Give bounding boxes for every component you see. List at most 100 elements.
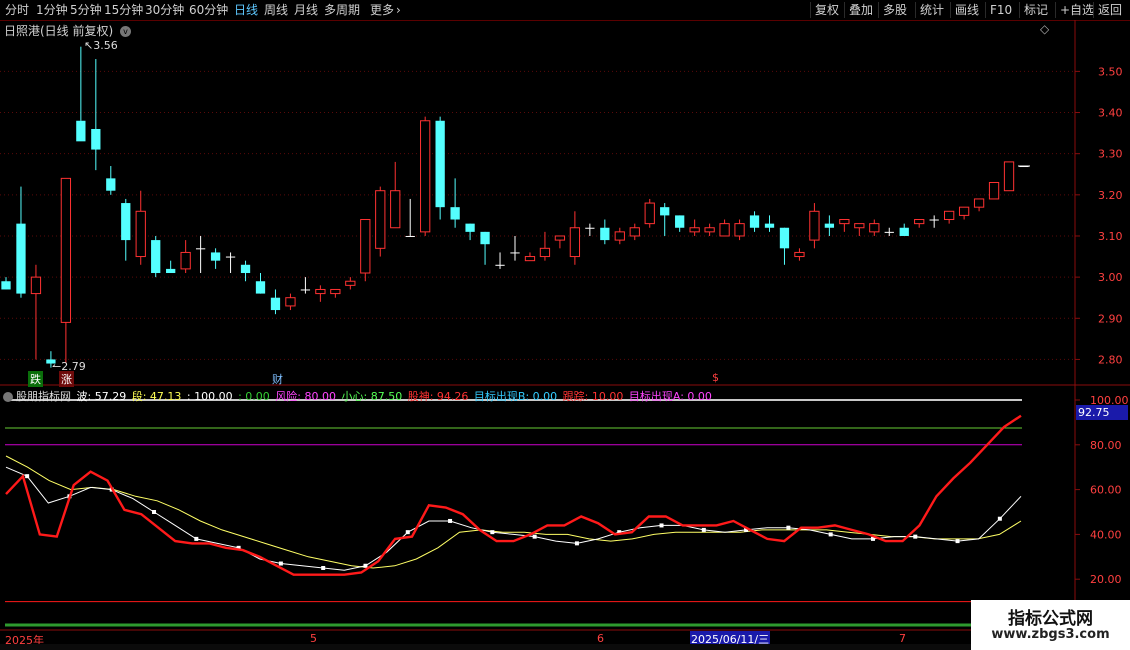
candle-body — [16, 223, 26, 294]
candle — [614, 227, 625, 245]
candle — [824, 215, 835, 236]
candle — [675, 215, 685, 232]
candle-body — [166, 268, 176, 274]
candle — [794, 248, 805, 261]
candle — [988, 181, 1000, 200]
indicator-tick-label: 60.00 — [1090, 484, 1122, 497]
legend-target-a: 目标出现A: 0.00 — [628, 390, 712, 403]
stock-god-line — [5, 414, 1022, 576]
wave-dot — [194, 536, 199, 541]
candle-body — [600, 227, 610, 241]
candle — [390, 161, 401, 229]
candle — [106, 166, 116, 195]
finance-marker[interactable]: 财 — [272, 371, 283, 387]
candle — [465, 223, 475, 241]
candle-body — [719, 223, 730, 237]
candle-body — [360, 219, 371, 274]
candle-body — [60, 177, 72, 323]
candle-body — [225, 256, 236, 258]
candle-body — [91, 128, 101, 150]
candle — [854, 223, 865, 236]
wave-dot — [532, 534, 537, 539]
wave-dot — [955, 539, 960, 544]
candle — [180, 240, 191, 274]
candle — [899, 223, 909, 236]
candle — [360, 219, 371, 282]
candle-body — [76, 120, 86, 142]
candle — [60, 177, 72, 364]
candle — [16, 186, 26, 298]
indicator-axis: 100.0080.0060.0040.0020.00 — [1075, 394, 1129, 586]
candle — [166, 260, 176, 274]
candle — [779, 227, 790, 265]
candle-body — [734, 223, 745, 237]
wave-dot — [913, 534, 918, 539]
price-tick-label: 3.10 — [1098, 230, 1123, 243]
indicator-settings-icon[interactable] — [3, 392, 13, 402]
price-gridlines — [0, 70, 1075, 360]
wave-dot — [405, 530, 410, 535]
candle-body — [929, 219, 939, 221]
candle — [973, 198, 985, 212]
candle-body — [255, 281, 266, 294]
candle-body — [944, 210, 955, 221]
wave-dot — [574, 541, 579, 546]
legend-caution: 小心: 87.50 — [341, 390, 403, 403]
arrow-icon: ↖ — [84, 39, 94, 52]
price-axis: 3.50 3.40 3.30 3.20 3.10 3.00 2.90 2.80 — [1075, 65, 1123, 366]
candle-body — [390, 190, 401, 229]
current-value-badge: 92.75 — [1076, 405, 1128, 420]
candle-body — [704, 227, 715, 233]
scroll-track[interactable] — [0, 644, 1130, 650]
candle-body — [749, 215, 760, 228]
candle-body — [914, 219, 925, 225]
candle — [225, 252, 236, 274]
candle-body — [300, 289, 311, 291]
candle — [315, 285, 326, 302]
candle — [554, 235, 566, 249]
candle — [764, 215, 775, 232]
candle — [450, 178, 460, 228]
indicator-name[interactable]: 股朋指标网 — [16, 390, 71, 403]
indicator-legend: 股朋指标网 波: 57.29 段: 47.13 : 100.00 : 0.00 … — [3, 388, 712, 404]
wave-dot — [828, 532, 833, 537]
candle-body — [884, 231, 894, 233]
candle-body — [794, 251, 805, 258]
candle — [375, 186, 386, 257]
candle — [929, 215, 939, 228]
candle — [255, 273, 266, 294]
candle-body — [210, 252, 221, 261]
candle-body — [854, 223, 865, 229]
candle — [689, 219, 700, 236]
up-marker[interactable]: 涨 — [59, 371, 74, 387]
candle-body — [106, 178, 116, 191]
candle — [749, 211, 760, 232]
candle — [644, 198, 655, 228]
wave-dot — [701, 527, 706, 532]
candle — [660, 203, 670, 236]
candle-body — [869, 223, 880, 233]
price-tick-label: 3.50 — [1098, 65, 1123, 78]
candle — [944, 210, 955, 224]
dollar-marker[interactable]: $ — [712, 371, 719, 384]
candle — [270, 289, 281, 315]
indicator-tick-label: 40.00 — [1090, 528, 1122, 541]
candle-body — [495, 264, 505, 266]
candle-body — [824, 223, 835, 228]
candle-body — [988, 181, 1000, 200]
candle-body — [675, 215, 685, 228]
kline-chart[interactable]: 3.503.403.303.203.103.002.902.80 100.008… — [0, 0, 1130, 650]
candle-body — [480, 231, 490, 245]
candle-body — [510, 252, 520, 254]
candle-body — [554, 235, 566, 241]
candle — [330, 288, 341, 298]
candle-body — [779, 227, 790, 249]
candle — [300, 277, 311, 294]
candle-body — [375, 190, 386, 249]
candle — [958, 206, 970, 220]
down-marker[interactable]: 跌 — [28, 371, 43, 387]
candle — [240, 260, 251, 282]
candle — [569, 211, 581, 265]
candle — [1003, 161, 1015, 192]
candle-body — [420, 120, 431, 233]
